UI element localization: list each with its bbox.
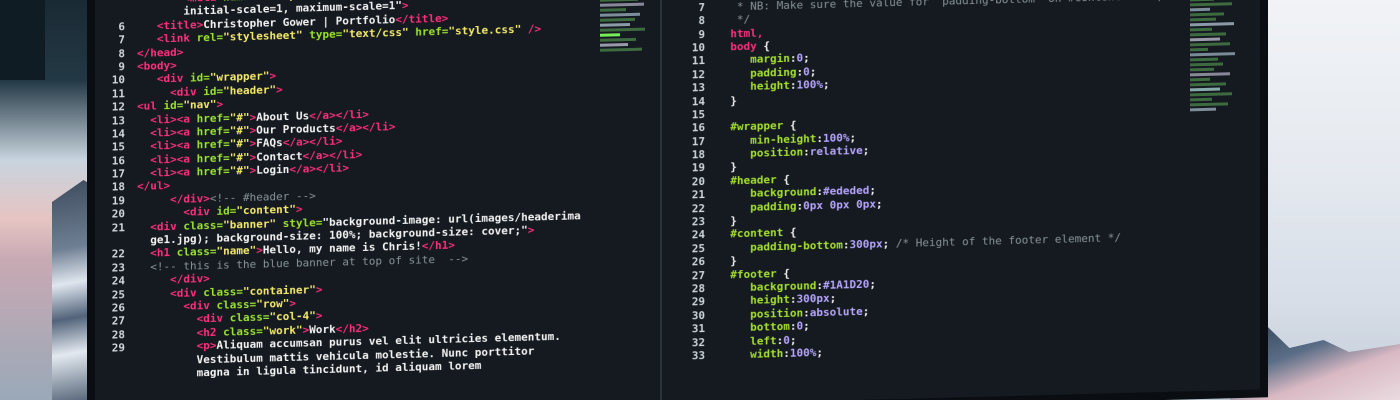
line-number: 31	[691, 322, 705, 336]
line-number: 16	[111, 153, 125, 168]
line-number	[95, 7, 125, 21]
minimap-right	[1190, 0, 1245, 361]
line-number: 7	[118, 33, 125, 47]
line-number: 14	[691, 94, 705, 108]
line-number: 14	[111, 127, 125, 141]
line-number: 10	[691, 40, 705, 55]
photo-scene: <meta name="viewport" content="width=dev…	[0, 0, 1400, 400]
line-number: 25	[691, 241, 705, 256]
line-number: 19	[691, 161, 705, 175]
code-text: }	[717, 160, 737, 175]
line-number: 6	[118, 19, 125, 34]
line-number: 19	[111, 194, 125, 208]
line-number: 15	[691, 107, 705, 122]
line-number: 10	[111, 73, 125, 87]
line-number: 13	[111, 113, 125, 128]
line-number: 20	[111, 207, 125, 221]
line-number: 17	[111, 167, 125, 181]
line-number: 7	[698, 0, 705, 14]
line-number: 26	[691, 255, 705, 269]
code-text: </ul>	[137, 179, 171, 194]
code-text: }	[717, 254, 737, 268]
background-dark-corner	[0, 0, 45, 80]
line-number	[95, 355, 125, 369]
line-number: 12	[111, 100, 125, 114]
line-number: 9	[118, 60, 125, 74]
line-number: 17	[691, 134, 705, 149]
line-number: 12	[691, 67, 705, 82]
line-number: 8	[118, 46, 125, 60]
line-number: 23	[111, 261, 125, 275]
line-number	[95, 368, 125, 382]
monitor-screen: <meta name="viewport" content="width=dev…	[95, 0, 1260, 400]
line-number: 27	[111, 314, 125, 328]
code-pane-css: * Licensed free - do whatever you like w…	[675, 0, 1195, 400]
line-number: 15	[111, 140, 125, 154]
line-number	[95, 234, 125, 248]
line-number: 28	[111, 327, 125, 342]
line-number: 25	[111, 287, 125, 302]
code-pane-html: <meta name="viewport" content="width=dev…	[95, 0, 610, 400]
code-text: </head>	[137, 45, 184, 60]
line-number: 16	[691, 121, 705, 135]
pane-divider	[660, 0, 662, 400]
code-text: */	[717, 13, 751, 27]
line-number: 11	[111, 86, 125, 101]
line-number: 29	[111, 341, 125, 355]
code-text: body {	[730, 39, 770, 54]
line-number: 24	[111, 274, 125, 288]
line-number: 28	[691, 282, 705, 296]
line-number: 22	[111, 247, 125, 261]
line-number: 21	[691, 188, 705, 202]
line-number: 20	[691, 174, 705, 189]
line-number: 21	[111, 220, 125, 235]
code-text: html,	[730, 26, 764, 40]
line-number: 13	[691, 81, 705, 95]
line-number: 23	[691, 215, 705, 229]
line-number: 26	[111, 301, 125, 315]
line-number: 24	[691, 228, 705, 242]
line-number: 22	[691, 201, 705, 216]
line-number: 30	[691, 308, 705, 323]
line-number: 11	[691, 54, 705, 68]
line-number: 32	[691, 335, 705, 349]
line-number: 9	[698, 27, 705, 41]
line-number: 27	[691, 268, 705, 282]
code-text: width:100%;	[750, 345, 823, 361]
code-text: <body>	[137, 58, 177, 73]
line-number: 29	[691, 295, 705, 309]
line-number: 18	[111, 180, 125, 195]
line-number: 8	[698, 14, 705, 28]
line-number: 33	[691, 348, 705, 363]
minimap-left	[600, 0, 655, 137]
code-text: }	[717, 93, 737, 108]
code-text: }	[717, 214, 737, 228]
line-number: 18	[691, 148, 705, 162]
